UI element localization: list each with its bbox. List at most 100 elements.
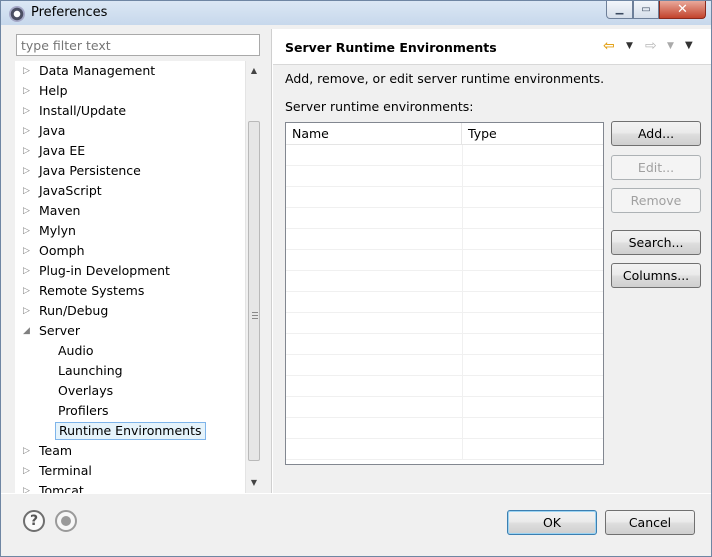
tree-item[interactable]: ▷ Install/Update: [15, 101, 245, 121]
tree-item[interactable]: ◢ Server: [15, 321, 245, 341]
tree-item-label: Audio: [58, 343, 94, 358]
tree-item[interactable]: ▷ Help: [15, 81, 245, 101]
back-arrow-icon[interactable]: ⇦: [603, 38, 615, 54]
ok-button[interactable]: OK: [507, 510, 597, 535]
table-row: [286, 376, 603, 397]
table-row: [286, 271, 603, 292]
expand-arrow-icon[interactable]: ▷: [23, 121, 33, 141]
tree-item[interactable]: ▷ Java EE: [15, 141, 245, 161]
cancel-button[interactable]: Cancel: [605, 510, 695, 535]
tree-item[interactable]: ▷ Terminal: [15, 461, 245, 481]
tree-item[interactable]: ▷ Mylyn: [15, 221, 245, 241]
expand-arrow-icon[interactable]: ▷: [23, 161, 33, 181]
table-row: [286, 187, 603, 208]
tree-item-label: Profilers: [58, 403, 109, 418]
record-macro-icon[interactable]: [55, 510, 77, 532]
forward-history-chevron-down-icon[interactable]: ▼: [667, 38, 674, 54]
title-bar[interactable]: Preferences ▁ ▭ ✕: [1, 1, 711, 25]
forward-arrow-icon[interactable]: ⇨: [645, 38, 657, 54]
help-icon[interactable]: ?: [23, 510, 45, 532]
page-header: Server Runtime Environments ⇦ ▼ ⇨ ▼ ▼: [273, 29, 711, 65]
table-row: [286, 145, 603, 166]
tree-item-label: Mylyn: [39, 223, 76, 238]
page-body: Add, remove, or edit server runtime envi…: [273, 66, 711, 493]
remove-button[interactable]: Remove: [611, 188, 701, 213]
tree-item[interactable]: Overlays: [15, 381, 245, 401]
back-history-chevron-down-icon[interactable]: ▼: [626, 38, 633, 54]
table-row: [286, 313, 603, 334]
scrollbar-thumb[interactable]: [248, 121, 260, 461]
tree-item-label: Team: [39, 443, 73, 458]
expand-arrow-icon[interactable]: ▷: [23, 81, 33, 101]
tree-item[interactable]: ▷ Data Management: [15, 61, 245, 81]
close-icon: ✕: [677, 2, 688, 17]
footer-separator: [1, 493, 711, 494]
runtime-environments-table[interactable]: Name Type: [285, 122, 604, 465]
expand-arrow-icon[interactable]: ▷: [23, 481, 33, 493]
tree-item-label: Plug-in Development: [39, 263, 170, 278]
expand-arrow-icon[interactable]: ▷: [23, 141, 33, 161]
tree-item-label: Tomcat: [39, 483, 84, 493]
table-row: [286, 418, 603, 439]
collapse-arrow-icon[interactable]: ◢: [23, 321, 33, 341]
tree-item[interactable]: Runtime Environments: [15, 421, 245, 441]
tree-item-label: Maven: [39, 203, 81, 218]
edit-button[interactable]: Edit...: [611, 155, 701, 180]
minimize-button[interactable]: ▁: [606, 1, 633, 19]
add-button[interactable]: Add...: [611, 121, 701, 146]
tree-item[interactable]: Audio: [15, 341, 245, 361]
tree-item[interactable]: ▷ Maven: [15, 201, 245, 221]
tree-item-label: Oomph: [39, 243, 85, 258]
tree-item[interactable]: ▷ Plug-in Development: [15, 261, 245, 281]
columns-button[interactable]: Columns...: [611, 263, 701, 288]
maximize-icon: ▭: [641, 4, 651, 15]
page-title: Server Runtime Environments: [285, 40, 497, 55]
tree-item[interactable]: Launching: [15, 361, 245, 381]
search-button[interactable]: Search...: [611, 230, 701, 255]
expand-arrow-icon[interactable]: ▷: [23, 241, 33, 261]
expand-arrow-icon[interactable]: ▷: [23, 261, 33, 281]
tree-scrollbar[interactable]: ▲ ▼: [245, 61, 262, 493]
tree-item[interactable]: ▷ Remote Systems: [15, 281, 245, 301]
tree-item[interactable]: ▷ Java Persistence: [15, 161, 245, 181]
table-row: [286, 292, 603, 313]
expand-arrow-icon[interactable]: ▷: [23, 221, 33, 241]
column-header-name[interactable]: Name: [286, 123, 462, 145]
column-header-type[interactable]: Type: [462, 123, 603, 145]
tree-item-label: Java: [39, 123, 66, 138]
tree-item-label: Remote Systems: [39, 283, 145, 298]
page-description: Add, remove, or edit server runtime envi…: [285, 71, 605, 86]
expand-arrow-icon[interactable]: ▷: [23, 181, 33, 201]
table-row: [286, 334, 603, 355]
preference-tree[interactable]: ▷ Data Management ▷ Help ▷ Install/Update ▷ Jav…: [15, 61, 261, 493]
scrollbar-grip-icon: [252, 312, 258, 319]
tree-item-label: Java Persistence: [39, 163, 141, 178]
tree-item[interactable]: ▷ Java: [15, 121, 245, 141]
tree-item-label: Java EE: [39, 143, 86, 158]
tree-item-label: Terminal: [39, 463, 92, 478]
table-row: [286, 397, 603, 418]
tree-item[interactable]: ▷ Run/Debug: [15, 301, 245, 321]
expand-arrow-icon[interactable]: ▷: [23, 201, 33, 221]
expand-arrow-icon[interactable]: ▷: [23, 461, 33, 481]
expand-arrow-icon[interactable]: ▷: [23, 281, 33, 301]
maximize-button[interactable]: ▭: [633, 1, 659, 19]
tree-item[interactable]: ▷ Team: [15, 441, 245, 461]
table-row: [286, 439, 603, 460]
filter-input[interactable]: [16, 34, 260, 56]
expand-arrow-icon[interactable]: ▷: [23, 61, 33, 81]
runtime-list-label: Server runtime environments:: [285, 99, 474, 114]
expand-arrow-icon[interactable]: ▷: [23, 101, 33, 121]
expand-arrow-icon[interactable]: ▷: [23, 441, 33, 461]
table-row: [286, 208, 603, 229]
tree-item[interactable]: ▷ Tomcat: [15, 481, 245, 493]
expand-arrow-icon[interactable]: ▷: [23, 301, 33, 321]
view-menu-chevron-down-icon[interactable]: ▼: [685, 38, 693, 54]
tree-item[interactable]: Profilers: [15, 401, 245, 421]
close-button[interactable]: ✕: [659, 1, 706, 19]
scroll-up-icon[interactable]: ▲: [246, 63, 262, 79]
tree-item-label: Server: [39, 323, 80, 338]
tree-item[interactable]: ▷ Oomph: [15, 241, 245, 261]
scroll-down-icon[interactable]: ▼: [246, 475, 262, 491]
tree-item[interactable]: ▷ JavaScript: [15, 181, 245, 201]
